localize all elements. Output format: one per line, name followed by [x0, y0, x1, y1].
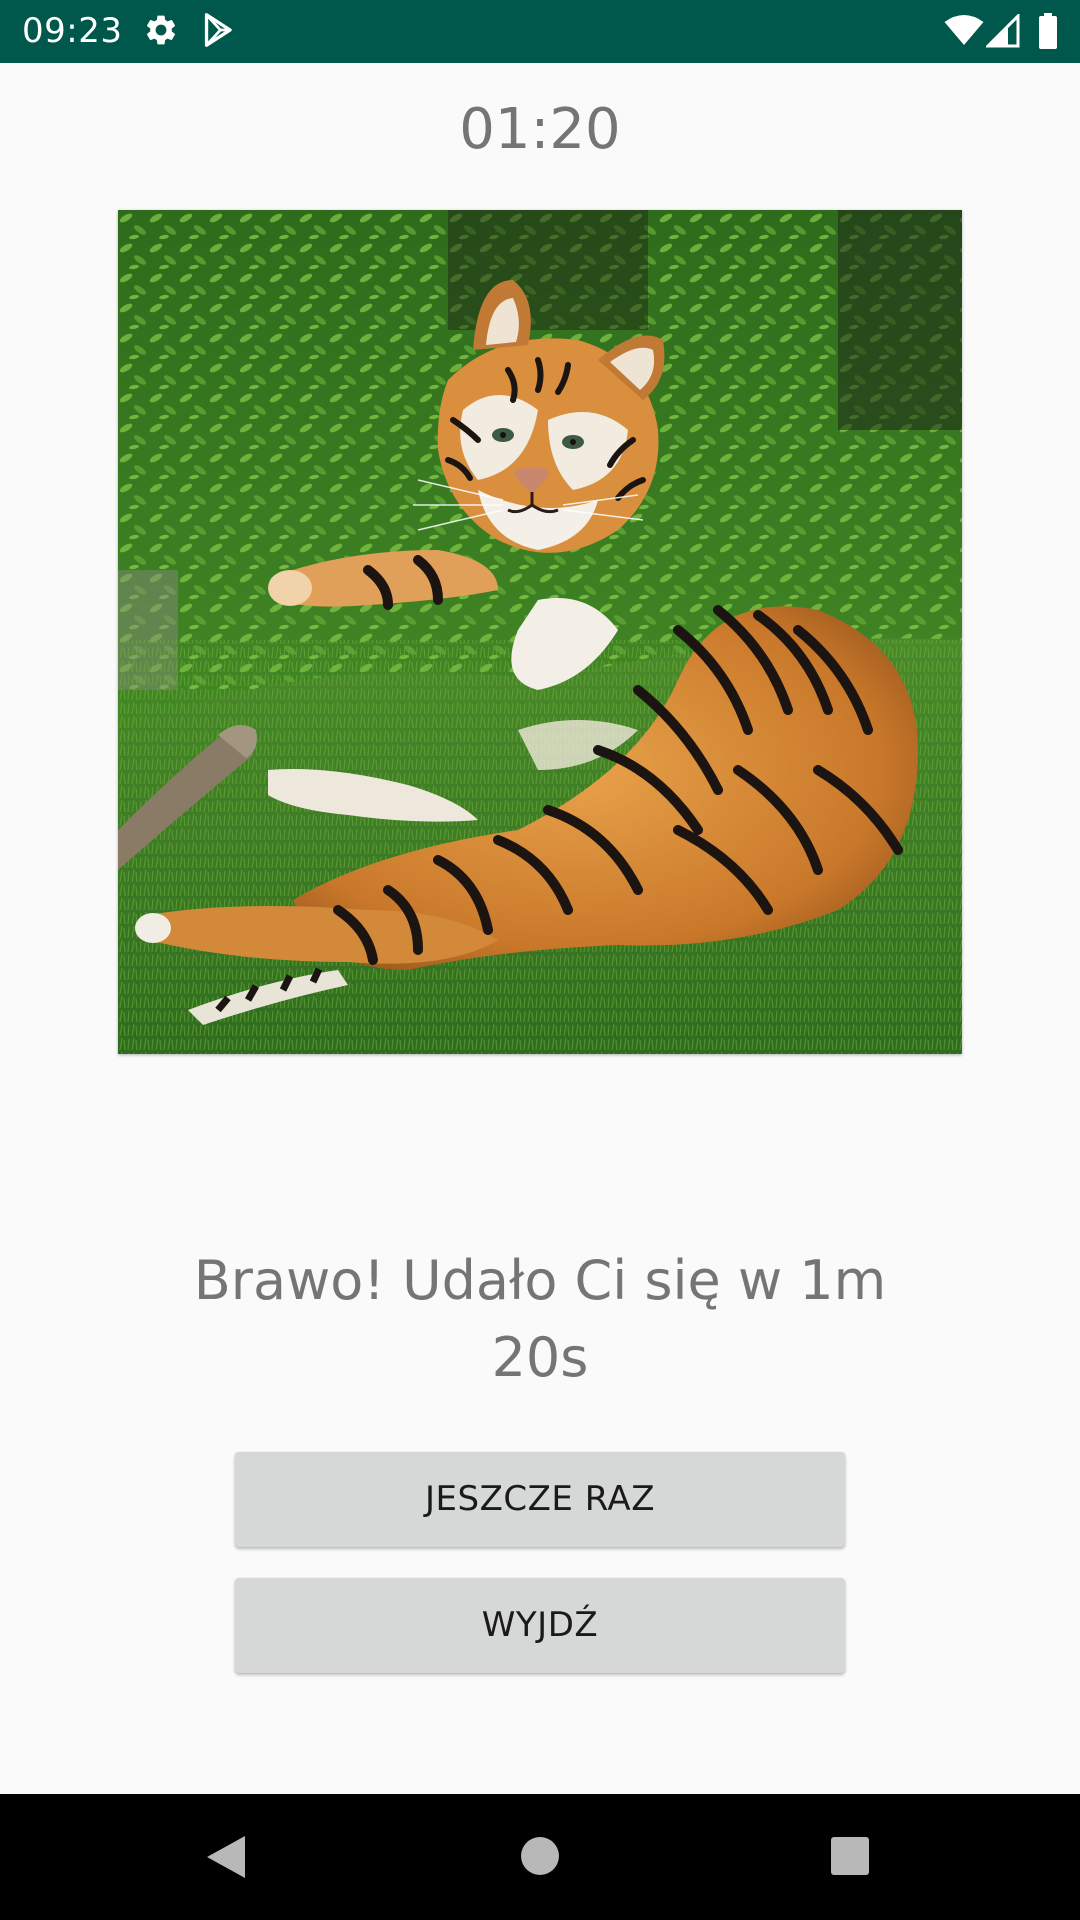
back-icon[interactable] [205, 1834, 247, 1884]
play-again-button[interactable]: JESZCZE RAZ [235, 1452, 845, 1547]
home-icon[interactable] [520, 1836, 560, 1880]
status-bar: 09:23 [0, 0, 1080, 63]
navigation-bar [0, 1794, 1080, 1920]
wifi-icon [944, 14, 984, 50]
success-message: Brawo! Udało Ci się w 1m 20s [193, 1249, 887, 1389]
timer: 01:20 [459, 97, 621, 162]
signal-icon [984, 12, 1020, 52]
exit-button[interactable]: WYJDŹ [235, 1578, 845, 1673]
recents-icon[interactable] [830, 1836, 870, 1880]
battery-icon [1038, 13, 1058, 53]
play-store-icon [202, 12, 236, 52]
gear-icon [143, 12, 179, 52]
tiger-photo [118, 210, 962, 1054]
status-time: 09:23 [22, 11, 123, 51]
